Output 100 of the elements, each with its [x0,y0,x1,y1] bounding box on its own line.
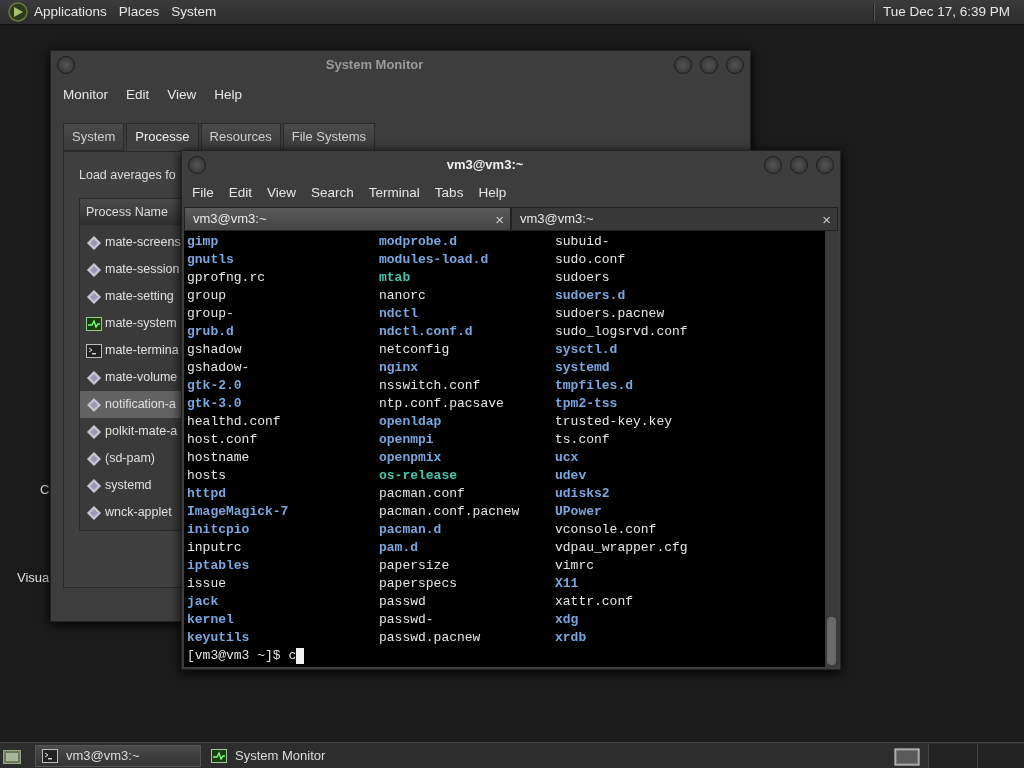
shell-prompt: [vm3@vm3 ~]$ c [187,647,297,665]
menu-item[interactable]: Monitor [57,84,114,106]
file-name: passwd [379,593,426,611]
process-row[interactable]: mate-termina [80,337,183,365]
file-name: hostname [187,449,250,467]
menu-item[interactable]: View [261,182,303,204]
directory-name: tmpfiles.d [555,377,633,395]
file-name: gshadow [187,341,242,359]
clock[interactable]: Tue Dec 17, 6:39 PM [882,1,1010,23]
minimize-button[interactable] [764,156,782,174]
menu-item[interactable]: Help [472,182,513,204]
directory-name: X11 [555,575,579,593]
maximize-button[interactable] [790,156,808,174]
close-button[interactable]: × [822,211,831,227]
directory-name: openldap [379,413,442,431]
workspace-switcher[interactable] [928,743,1024,768]
file-name: pacman.conf.pacnew [379,503,520,521]
maximize-button[interactable] [700,56,718,74]
diamond-icon [86,423,102,440]
terminal-tab[interactable]: vm3@vm3:~ × [511,207,838,231]
file-name: gprofng.rc [187,269,265,287]
directory-name: sudoers.d [555,287,626,305]
directory-name: UPower [555,503,602,521]
directory-name: initcpio [187,521,250,539]
file-name: vdpau_wrapper.cfg [555,539,688,557]
menu-item[interactable]: Edit [222,182,259,204]
file-name: passwd- [379,611,434,629]
diamond-icon [86,261,102,278]
directory-name: gimp [187,233,219,251]
close-button[interactable] [726,56,744,74]
file-name: papersize [379,557,450,575]
tab[interactable]: File Systems [282,123,376,151]
logo-icon [8,2,28,22]
symlink-name: mtab [379,269,411,287]
tab[interactable]: Processe [126,123,199,151]
file-name: xattr.conf [555,593,633,611]
file-name: ts.conf [555,431,610,449]
tab[interactable]: System [63,123,125,151]
file-name: healthd.conf [187,413,281,431]
taskbar-button[interactable]: System Monitor [205,744,371,767]
directory-name: grub.d [187,323,234,341]
directory-name: gtk-3.0 [187,395,242,413]
load-averages-label: Load averages fo [79,166,176,184]
menu-item[interactable]: File [186,182,220,204]
diamond-icon [86,477,102,494]
taskbar-button[interactable]: vm3@vm3:~ [35,744,201,767]
directory-name: gtk-2.0 [187,377,242,395]
directory-name: modules-load.d [379,251,489,269]
close-button[interactable]: × [495,211,504,227]
desktop-icon-label[interactable]: C [40,480,50,500]
file-name: nsswitch.conf [379,377,481,395]
monitor-icon [211,748,227,763]
directory-name: ucx [555,449,579,467]
directory-name: systemd [555,359,610,377]
directory-name: ImageMagick-7 [187,503,289,521]
directory-name: ndctl.conf.d [379,323,473,341]
directory-name: udev [555,467,587,485]
menu-item[interactable]: Terminal [362,182,426,204]
diamond-icon [86,288,102,305]
desktop-icon-label[interactable]: Visua [17,568,50,588]
file-name: host.conf [187,431,258,449]
file-name: vimrc [555,557,594,575]
menu-item[interactable]: Search [305,182,360,204]
directory-name: openpmix [379,449,442,467]
tab[interactable]: Resources [200,123,281,151]
directory-name: pam.d [379,539,418,557]
file-name: inputrc [187,539,242,557]
menu-item[interactable]: Help [208,84,249,106]
diamond-icon [86,234,102,251]
directory-name: udisks2 [555,485,610,503]
close-button[interactable] [816,156,834,174]
directory-name: keyutils [187,629,250,647]
tab-label: vm3@vm3:~ [520,210,594,229]
menu-item[interactable]: Places [112,1,166,23]
menu-item[interactable]: System [165,1,223,23]
file-name: subuid- [555,233,610,251]
process-row[interactable]: notification-a [80,391,183,419]
minimize-button[interactable] [674,56,692,74]
file-name: paperspecs [379,575,457,593]
diamond-icon [86,504,102,521]
terminal-tab[interactable]: vm3@vm3:~ × [184,207,511,231]
menu-item[interactable]: View [161,84,203,106]
directory-name: sysctl.d [555,341,618,359]
file-name: trusted-key.key [555,413,673,431]
menu-item[interactable]: Edit [120,84,156,106]
scrollbar[interactable] [825,231,838,667]
file-name: passwd.pacnew [379,629,481,647]
file-name: sudoers.pacnew [555,305,665,323]
file-name: issue [187,575,226,593]
menu-item[interactable]: Applications [28,1,113,23]
show-desktop-icon [3,747,21,764]
window-menu-button[interactable] [57,56,75,74]
file-name: vconsole.conf [555,521,657,539]
window-title: vm3@vm3:~ [445,156,525,175]
directory-name: kernel [187,611,234,629]
window-menu-button[interactable] [188,156,206,174]
window-title: System Monitor [324,56,425,75]
directory-name: xrdb [555,629,587,647]
column-header[interactable]: Process Name [86,202,168,222]
menu-item[interactable]: Tabs [428,182,470,204]
